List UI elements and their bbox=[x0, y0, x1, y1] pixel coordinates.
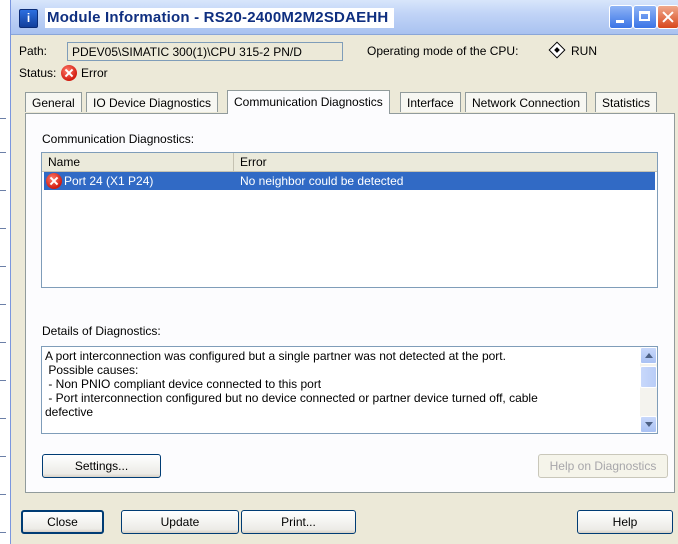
scroll-thumb[interactable] bbox=[640, 366, 657, 388]
background-ruler bbox=[0, 0, 10, 544]
close-button[interactable]: Close bbox=[21, 510, 104, 534]
window-title: Module Information - RS20-2400M2M2SDAEHH bbox=[45, 8, 395, 28]
details-scrollbar[interactable] bbox=[640, 347, 657, 433]
tab-io-device-diagnostics[interactable]: IO Device Diagnostics bbox=[86, 92, 219, 112]
column-header-error[interactable]: Error bbox=[234, 153, 657, 171]
details-text: A port interconnection was configured bu… bbox=[45, 349, 538, 419]
close-window-button[interactable] bbox=[657, 5, 678, 29]
tab-network-connection[interactable]: Network Connection bbox=[465, 92, 588, 112]
minimize-button[interactable] bbox=[609, 5, 633, 29]
error-icon bbox=[46, 173, 62, 189]
operating-mode-label: Operating mode of the CPU: bbox=[367, 44, 519, 58]
path-label: Path: bbox=[19, 44, 48, 58]
port-error: No neighbor could be detected bbox=[240, 174, 404, 188]
module-information-dialog: i Module Information - RS20-2400M2M2SDAE… bbox=[10, 0, 678, 544]
operating-mode-value: RUN bbox=[571, 44, 597, 58]
title-bar[interactable]: i Module Information - RS20-2400M2M2SDAE… bbox=[11, 0, 678, 35]
details-textbox[interactable]: A port interconnection was configured bu… bbox=[41, 346, 658, 434]
details-of-diagnostics-label: Details of Diagnostics: bbox=[42, 324, 161, 338]
list-header: Name Error bbox=[42, 153, 657, 172]
help-button[interactable]: Help bbox=[577, 510, 673, 534]
list-item[interactable]: Port 24 (X1 P24) No neighbor could be de… bbox=[44, 172, 655, 190]
diagnostics-list[interactable]: Name Error Port 24 (X1 P24) No neighbor … bbox=[41, 152, 658, 288]
scroll-up-icon[interactable] bbox=[640, 347, 657, 364]
tab-statistics[interactable]: Statistics bbox=[595, 92, 658, 112]
print-button[interactable]: Print... bbox=[241, 510, 356, 534]
settings-button[interactable]: Settings... bbox=[42, 454, 161, 478]
tab-communication-diagnostics[interactable]: Communication Diagnostics bbox=[227, 90, 390, 114]
module-info-icon: i bbox=[19, 9, 38, 28]
status-label: Status: bbox=[19, 66, 57, 80]
update-button[interactable]: Update bbox=[121, 510, 239, 534]
error-icon bbox=[61, 65, 77, 81]
scroll-down-icon[interactable] bbox=[640, 416, 657, 433]
column-header-name[interactable]: Name bbox=[42, 153, 234, 171]
communication-diagnostics-panel: Communication Diagnostics: Name Error Po… bbox=[25, 113, 675, 493]
status-value: Error bbox=[81, 66, 108, 80]
path-field[interactable]: PDEV05\SIMATIC 300(1)\CPU 315-2 PN/D bbox=[67, 42, 343, 61]
maximize-button[interactable] bbox=[633, 5, 657, 29]
run-mode-icon bbox=[548, 41, 566, 59]
tab-interface[interactable]: Interface bbox=[400, 92, 461, 112]
tab-general[interactable]: General bbox=[25, 92, 82, 112]
port-name: Port 24 (X1 P24) bbox=[64, 174, 154, 188]
help-on-diagnostics-button[interactable]: Help on Diagnostics bbox=[538, 454, 668, 478]
communication-diagnostics-label: Communication Diagnostics: bbox=[42, 132, 195, 146]
dialog-button-bar: Close Update Print... Help bbox=[11, 500, 678, 544]
